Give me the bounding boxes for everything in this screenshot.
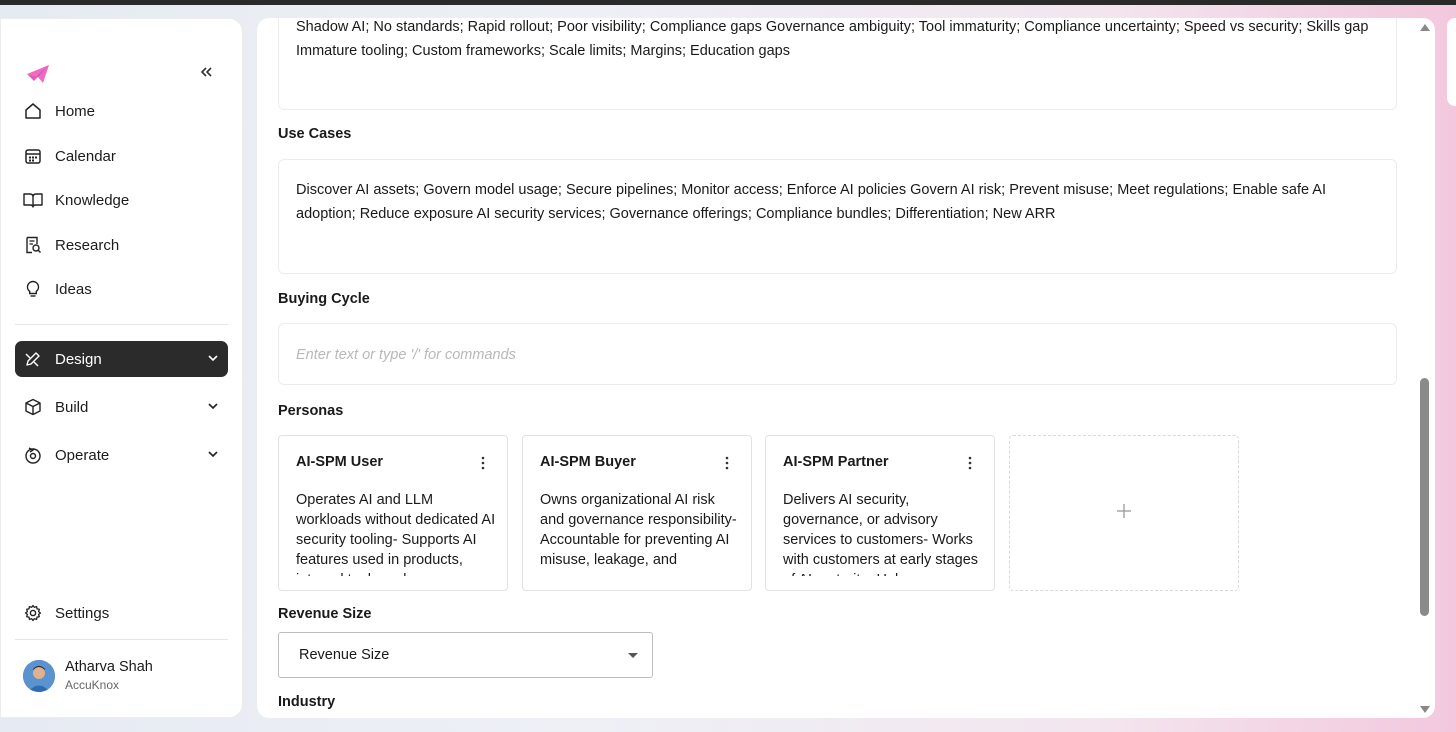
- revenue-size-value: Revenue Size: [299, 647, 390, 663]
- sidebar-item-design[interactable]: Design: [15, 341, 228, 377]
- more-vertical-icon[interactable]: [725, 456, 729, 470]
- sidebar-item-home[interactable]: Home: [15, 93, 228, 129]
- avatar: [23, 659, 55, 692]
- persona-card[interactable]: AI-SPM Buyer Owns organizational AI risk…: [522, 435, 752, 591]
- paper-plane-logo-icon[interactable]: [25, 63, 51, 85]
- personas-label: Personas: [278, 403, 344, 419]
- sidebar-item-label: Calendar: [55, 147, 116, 165]
- plus-icon: [1117, 503, 1131, 523]
- operate-dial-icon: [23, 445, 43, 465]
- persona-description: Owns organizational AI risk and governan…: [540, 492, 737, 568]
- lightbulb-icon: [23, 279, 43, 299]
- persona-description: Delivers AI security, governance, or adv…: [783, 492, 979, 576]
- right-panel-edge: [1447, 18, 1456, 106]
- sidebar-item-research[interactable]: Research: [15, 227, 228, 263]
- design-pen-icon: [23, 349, 43, 369]
- chevron-down-icon: [206, 447, 220, 461]
- more-vertical-icon[interactable]: [968, 456, 972, 470]
- persona-card[interactable]: AI-SPM Partner Delivers AI security, gov…: [765, 435, 995, 591]
- sidebar-item-settings[interactable]: Settings: [15, 595, 228, 631]
- sidebar-item-label: Build: [55, 398, 89, 416]
- book-open-icon: [23, 190, 43, 210]
- persona-card[interactable]: AI-SPM User Operates AI and LLM workload…: [278, 435, 508, 591]
- sidebar-item-label: Ideas: [55, 280, 92, 298]
- revenue-size-select[interactable]: Revenue Size: [278, 632, 653, 678]
- home-icon: [23, 101, 43, 121]
- sidebar-item-calendar[interactable]: Calendar: [15, 138, 228, 174]
- use-cases-label: Use Cases: [278, 126, 352, 142]
- challenges-text-box[interactable]: Shadow AI; No standards; Rapid rollout; …: [278, 18, 1397, 110]
- chevron-down-icon: [206, 351, 220, 365]
- sidebar-divider: [15, 324, 228, 325]
- sidebar-divider: [15, 639, 228, 640]
- sidebar: Home Calendar Knowledge Research Ideas D…: [0, 18, 243, 718]
- buying-cycle-placeholder: Enter text or type '/' for commands: [296, 347, 516, 363]
- sidebar-item-label: Design: [55, 350, 102, 368]
- gear-icon: [23, 603, 43, 623]
- collapse-sidebar-icon[interactable]: [197, 63, 215, 81]
- sidebar-item-label: Operate: [55, 446, 110, 464]
- sidebar-item-label: Knowledge: [55, 191, 130, 209]
- sidebar-item-label: Home: [55, 102, 96, 120]
- window-top-bar: [0, 0, 1456, 5]
- persona-title: AI-SPM Buyer: [540, 454, 636, 470]
- dropdown-caret-icon: [628, 653, 638, 658]
- sidebar-item-operate[interactable]: Operate: [15, 437, 228, 473]
- scroll-down-arrow-icon[interactable]: [1420, 706, 1430, 713]
- chevron-down-icon: [206, 399, 220, 413]
- sidebar-item-build[interactable]: Build: [15, 389, 228, 425]
- add-persona-button[interactable]: [1009, 435, 1239, 591]
- buying-cycle-label: Buying Cycle: [278, 291, 370, 307]
- sidebar-item-label: Research: [55, 236, 120, 254]
- use-cases-text: Discover AI assets; Govern model usage; …: [296, 182, 1326, 222]
- user-name: Atharva Shah: [65, 659, 153, 675]
- more-vertical-icon[interactable]: [481, 456, 485, 470]
- persona-description: Operates AI and LLM workloads without de…: [296, 492, 496, 576]
- challenges-text: Shadow AI; No standards; Rapid rollout; …: [296, 19, 1369, 59]
- scrollbar-thumb[interactable]: [1420, 378, 1429, 616]
- persona-title: AI-SPM Partner: [783, 454, 889, 470]
- main-content: Shadow AI; No standards; Rapid rollout; …: [257, 18, 1435, 718]
- sidebar-item-label: Settings: [55, 604, 110, 622]
- user-profile[interactable]: Atharva Shah AccuKnox: [23, 659, 153, 692]
- user-organization: AccuKnox: [65, 678, 120, 692]
- persona-title: AI-SPM User: [296, 454, 384, 470]
- calendar-icon: [23, 146, 43, 166]
- buying-cycle-input[interactable]: Enter text or type '/' for commands: [278, 323, 1397, 385]
- cube-icon: [23, 397, 43, 417]
- scroll-up-arrow-icon[interactable]: [1420, 24, 1430, 31]
- sidebar-item-knowledge[interactable]: Knowledge: [15, 182, 228, 218]
- use-cases-text-box[interactable]: Discover AI assets; Govern model usage; …: [278, 159, 1397, 274]
- revenue-size-label: Revenue Size: [278, 606, 372, 622]
- document-search-icon: [23, 235, 43, 255]
- industry-label: Industry: [278, 694, 336, 710]
- sidebar-item-ideas[interactable]: Ideas: [15, 271, 228, 307]
